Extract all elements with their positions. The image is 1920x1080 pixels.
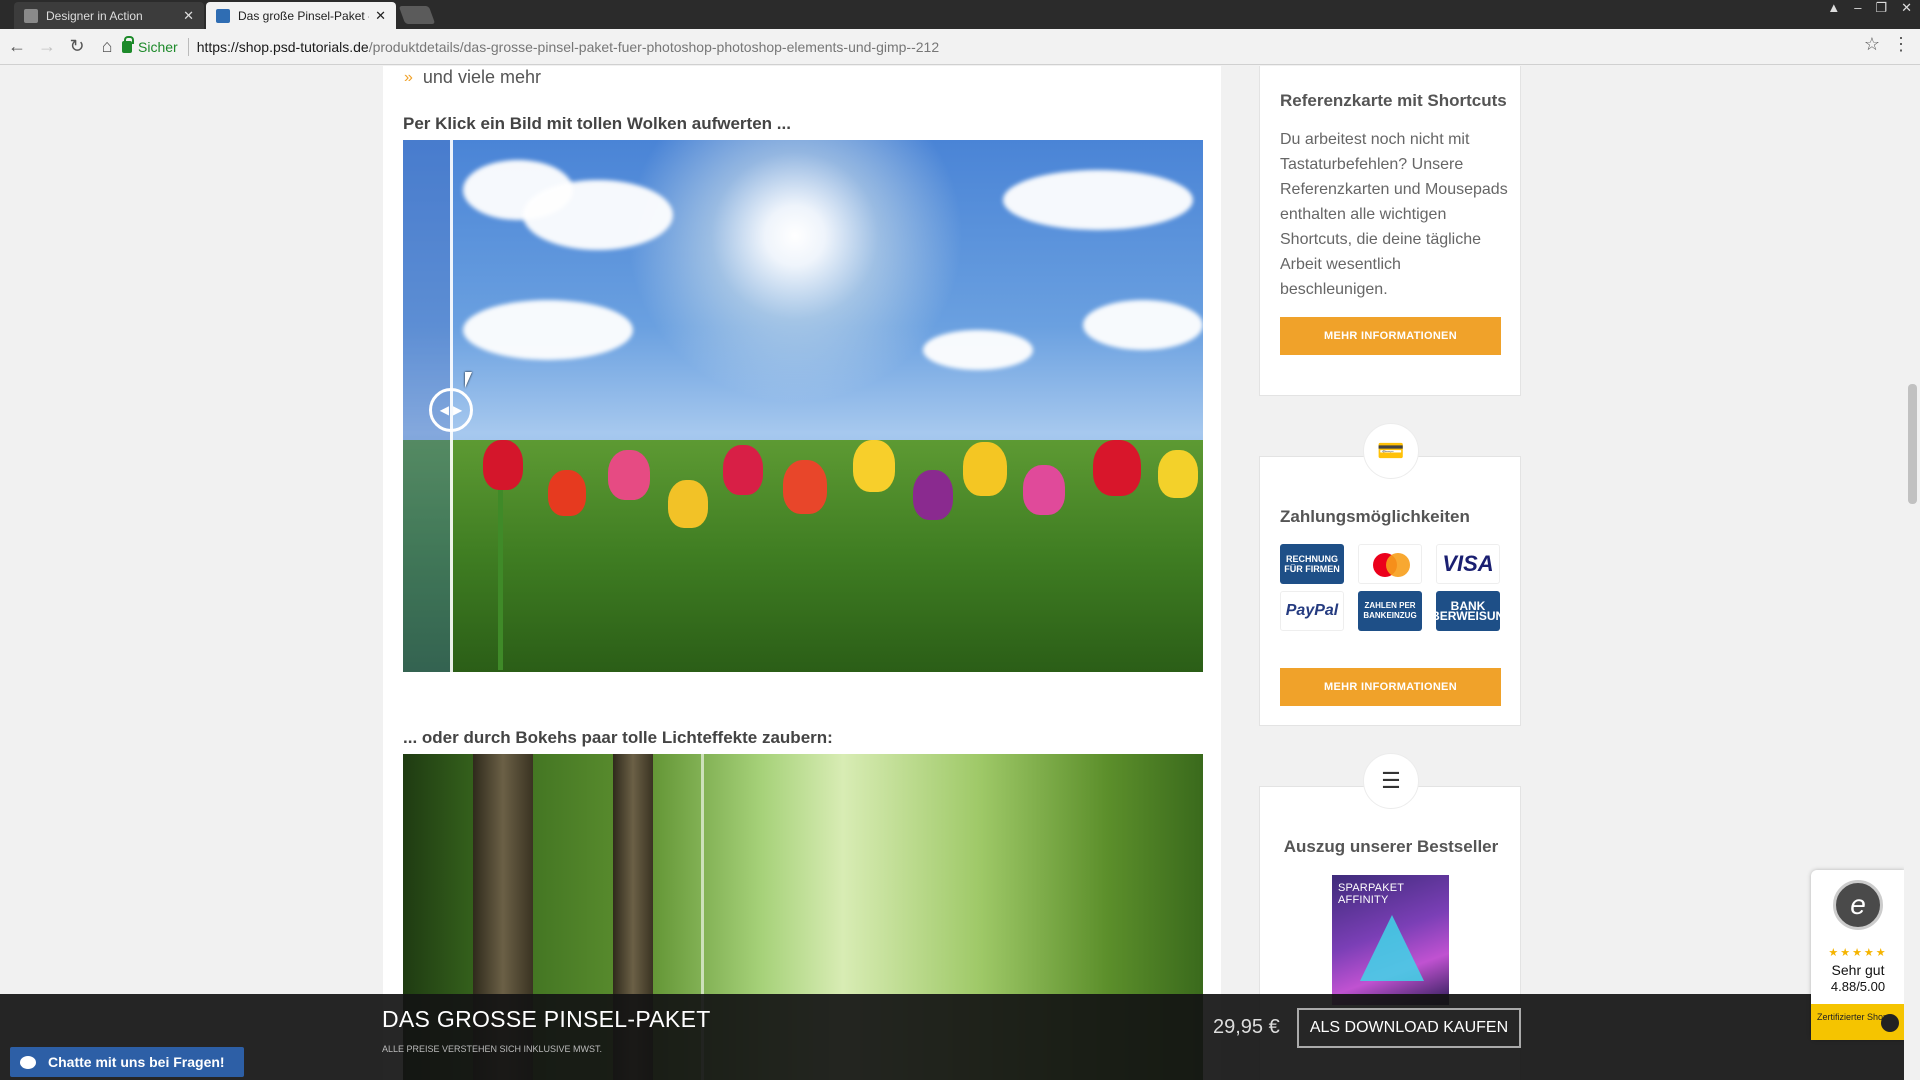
tulip-field [403, 440, 1203, 672]
tulip [483, 440, 523, 490]
cloud-shape [923, 330, 1033, 370]
url-separator [187, 38, 189, 56]
stem [498, 480, 503, 670]
rating-label: Sehr gut [1831, 962, 1885, 978]
user-icon[interactable]: ▲ [1827, 0, 1840, 18]
certified-shop-icon [1881, 1014, 1899, 1032]
site-favicon-icon [216, 8, 230, 23]
tab-pinsel-paket[interactable]: Das große Pinsel-Paket - ✕ [206, 2, 396, 29]
reload-icon[interactable]: ↻ [64, 34, 90, 60]
url-path: /produktdetails/das-grosse-pinsel-paket-… [368, 39, 940, 55]
bestseller-list-icon: ☰ [1363, 753, 1419, 809]
arrow-left-icon: ◀ [439, 403, 449, 417]
payment-bankeinzug-logo: ZAHLEN PER BANKEINZUG [1358, 591, 1422, 631]
site-favicon-icon [24, 8, 38, 23]
back-arrow-icon[interactable]: ← [4, 34, 30, 60]
payment-paypal-logo: PayPal [1280, 591, 1344, 631]
cloud-shape [463, 300, 633, 360]
list-item-text: und viele mehr [422, 67, 541, 87]
sticky-purchase-bar: DAS GROSSE PINSEL-PAKET ALLE PREISE VERS… [0, 994, 1920, 1080]
address-bar[interactable]: Sicher https://shop.psd-tutorials.de /pr… [122, 34, 1774, 60]
minimize-icon[interactable]: – [1854, 0, 1861, 18]
scrollbar-thumb[interactable] [1908, 384, 1917, 504]
product-tag: SPARPAKET AFFINITY [1338, 882, 1404, 906]
buy-download-button[interactable]: ALS DOWNLOAD KAUFEN [1297, 1008, 1521, 1048]
secure-label: Sicher [138, 39, 178, 55]
tulip [963, 442, 1007, 496]
mouse-cursor-icon [465, 372, 472, 388]
page-viewport: » und viele mehr Per Klick ein Bild mit … [0, 66, 1920, 1080]
chat-bubble-icon [20, 1055, 36, 1069]
payment-card: 💳 Zahlungsmöglichkeiten RECHNUNG FÜR FIR… [1259, 423, 1521, 726]
payment-visa-logo: VISA [1436, 544, 1500, 584]
tulip [548, 470, 586, 516]
tulip [1158, 450, 1198, 498]
list-item: » und viele mehr [404, 67, 541, 88]
shortcuts-text: Du arbeitest noch nicht mit Tastaturbefe… [1280, 131, 1508, 298]
vat-note: ALLE PREISE VERSTEHEN SICH INKLUSIVE MWS… [382, 1044, 603, 1054]
rating-stars: ★★★★★ [1828, 947, 1888, 959]
clouds-before-after-image[interactable]: ◀ ▶ [403, 140, 1203, 672]
payment-title: Zahlungsmöglichkeiten [1280, 507, 1470, 526]
bestseller-product-image[interactable]: SPARPAKET AFFINITY [1332, 875, 1449, 1005]
tulip [1023, 465, 1065, 515]
tab-title: Designer in Action [46, 8, 143, 23]
clouds-heading: Per Klick ein Bild mit tollen Wolken auf… [403, 114, 791, 133]
tab-close-icon[interactable]: ✕ [375, 8, 386, 24]
payment-mastercard-logo [1358, 544, 1422, 584]
payment-bank-transfer-logo: BANK ÜBERWEISUNG [1422, 591, 1514, 631]
close-window-icon[interactable]: ✕ [1901, 0, 1912, 18]
bookmark-star-icon[interactable]: ☆ [1864, 34, 1880, 55]
arrow-right-icon: ▶ [453, 403, 463, 417]
url-host: https://shop.psd-tutorials.de [196, 39, 369, 55]
tulip [913, 470, 953, 520]
payment-rechnung-logo: RECHNUNG FÜR FIRMEN [1280, 544, 1344, 584]
payment-methods-grid: RECHNUNG FÜR FIRMEN VISA PayPal ZAHLEN P… [1280, 544, 1514, 631]
browser-tabbar: Designer in Action ✕ Das große Pinsel-Pa… [0, 0, 1920, 29]
cloud-shape [1083, 300, 1203, 350]
payment-more-info-button[interactable]: MEHR INFORMATIONEN [1280, 668, 1501, 706]
home-icon[interactable]: ⌂ [94, 34, 120, 60]
tulip [1093, 440, 1141, 496]
bokeh-heading: ... oder durch Bokehs paar tolle Lichtef… [403, 728, 833, 747]
comparison-slider-handle[interactable]: ◀ ▶ [429, 388, 473, 432]
product-price: 29,95 € [1213, 1016, 1280, 1038]
chat-button[interactable]: Chatte mit uns bei Fragen! [10, 1047, 244, 1077]
tulip [723, 445, 763, 495]
lock-icon [122, 36, 134, 53]
shortcuts-card: Referenzkarte mit Shortcuts Du arbeitest… [1259, 66, 1521, 396]
forward-arrow-icon[interactable]: → [34, 34, 60, 60]
bullet-chevron-icon: » [404, 68, 413, 86]
tulip [853, 440, 895, 492]
chat-label: Chatte mit uns bei Fragen! [48, 1054, 225, 1070]
trusted-shops-badge[interactable]: e ★★★★★ Sehr gut 4.88/5.00 Zertifizierte… [1811, 870, 1905, 1040]
bestseller-title: Auszug unserer Bestseller [1283, 837, 1499, 856]
payment-card-icon: 💳 [1363, 423, 1419, 479]
page-scrollbar[interactable] [1904, 66, 1920, 1080]
tulip [783, 460, 827, 514]
rating-score: 4.88/5.00 [1830, 979, 1886, 994]
product-title: DAS GROSSE PINSEL-PAKET [382, 1006, 711, 1032]
browser-navbar: ← → ↻ ⌂ Sicher https://shop.psd-tutorial… [0, 29, 1920, 65]
cloud-shape [523, 180, 673, 250]
browser-menu-icon[interactable]: ⋮ [1892, 34, 1910, 55]
certified-shop-label: Zertifizierter Shop [1811, 1004, 1905, 1040]
restore-icon[interactable]: ❐ [1875, 0, 1887, 18]
tab-designer-in-action[interactable]: Designer in Action ✕ [14, 2, 204, 29]
tab-close-icon[interactable]: ✕ [183, 8, 194, 24]
tab-title: Das große Pinsel-Paket - [238, 8, 370, 23]
mastercard-yellow-circle [1386, 553, 1410, 577]
cloud-shape [1003, 170, 1193, 230]
shortcuts-title: Referenzkarte mit Shortcuts [1280, 91, 1507, 110]
tulip [668, 480, 708, 528]
window-controls: ▲ – ❐ ✕ [1827, 0, 1912, 18]
certified-shop-text: Zertifizierter Shop [1817, 1012, 1889, 1022]
new-tab-button[interactable] [398, 6, 436, 24]
tulip [608, 450, 650, 500]
affinity-logo-icon [1360, 915, 1424, 981]
shortcuts-more-info-button[interactable]: MEHR INFORMATIONEN [1280, 317, 1501, 355]
trusted-shops-seal-icon: e [1833, 880, 1883, 930]
